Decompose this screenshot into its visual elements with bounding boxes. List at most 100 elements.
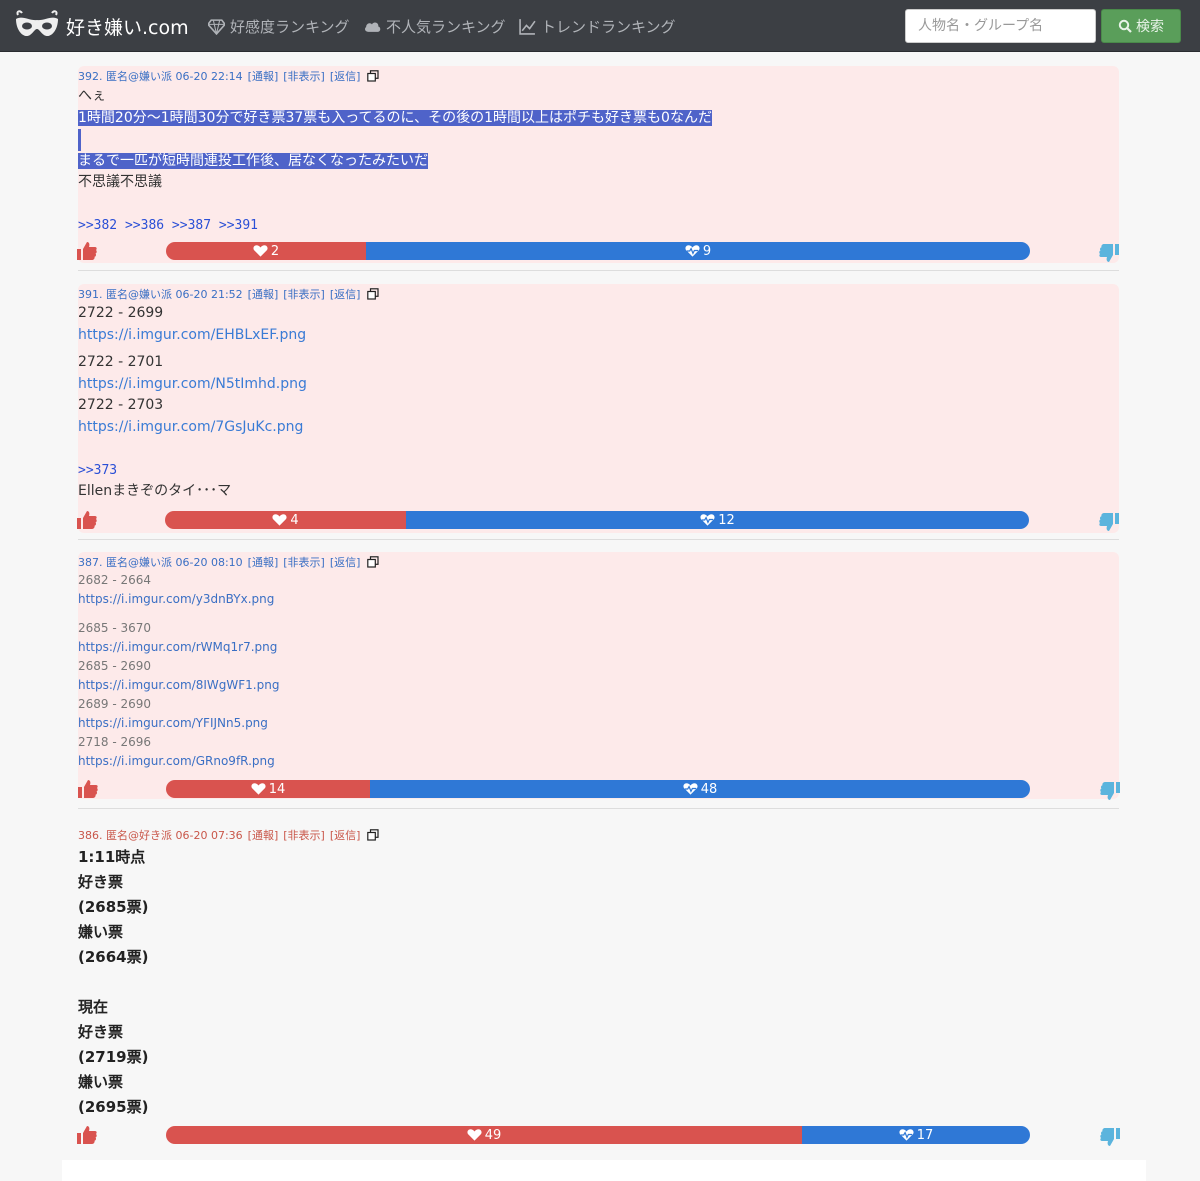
copy-icon[interactable] <box>367 829 380 841</box>
like-count: 2 <box>270 243 280 259</box>
comment-post: 392. 匿名@嫌い派 06-20 22:14 [通報] [非表示] [返信] … <box>78 66 1119 263</box>
nav-label: 不人気ランキング <box>386 17 506 36</box>
search-icon <box>1118 19 1132 33</box>
heart-icon <box>251 783 266 795</box>
post-line: 嫌い票 <box>78 1073 124 1091</box>
post-divider <box>78 808 1119 809</box>
post-line: 好き票 <box>78 1023 124 1041</box>
post-divider <box>78 539 1119 540</box>
dislike-segment: 9 <box>366 242 1030 260</box>
brand-text: 好き嫌い.com <box>66 16 189 39</box>
anchor-link[interactable]: >>373 <box>78 460 1078 482</box>
image-link[interactable]: https://i.imgur.com/N5tImhd.png <box>78 374 1078 396</box>
comment-post: 391. 匿名@嫌い派 06-20 21:52 [通報] [非表示] [返信] … <box>78 284 1119 533</box>
post-line: 不思議不思議 <box>78 174 162 190</box>
brand-link[interactable]: 好き嫌い.com <box>14 8 189 44</box>
like-segment: 4 <box>165 511 406 529</box>
comment-post: 386. 匿名@好き派 06-20 07:36 [通報] [非表示] [返信] … <box>78 825 1119 1150</box>
post-line: (2719票) <box>78 1048 149 1066</box>
copy-icon[interactable] <box>367 70 380 82</box>
search-button[interactable]: 検索 <box>1101 9 1181 43</box>
post-line: 好き票 <box>78 873 124 891</box>
like-count: 49 <box>484 1127 502 1143</box>
reply-link[interactable]: [返信] <box>330 827 361 843</box>
heartbeat-icon <box>700 514 715 526</box>
report-link[interactable]: [通報] <box>248 827 279 843</box>
like-count: 14 <box>268 781 286 797</box>
post-line: 1:11時点 <box>78 848 146 866</box>
hide-link[interactable]: [非表示] <box>283 554 325 570</box>
mask-logo-icon <box>16 10 58 37</box>
post-line: (2664票) <box>78 948 149 966</box>
hide-link[interactable]: [非表示] <box>283 286 325 302</box>
heart-icon <box>467 1129 482 1141</box>
post-line: へぇ <box>78 88 106 104</box>
post-divider <box>78 270 1119 271</box>
post-body: 2722 - 2699 https://i.imgur.com/EHBLxEF.… <box>78 303 1078 503</box>
heartbeat-icon <box>685 245 700 257</box>
vote-bar: 49 17 <box>166 1126 1030 1144</box>
thumbs-up-icon[interactable] <box>77 778 99 800</box>
nav-unpopular-ranking[interactable]: 不人気ランキング <box>364 14 506 38</box>
post-meta: 391. 匿名@嫌い派 06-20 21:52 [通報] [非表示] [返信] <box>78 286 380 302</box>
thumbs-down-icon[interactable] <box>1098 242 1120 264</box>
heart-icon <box>253 245 268 257</box>
next-section-panel <box>62 1160 1146 1181</box>
vote-bar: 14 48 <box>166 780 1030 798</box>
post-line: 2685 - 3670 <box>78 621 152 635</box>
copy-icon[interactable] <box>367 288 380 300</box>
image-link[interactable]: https://i.imgur.com/y3dnBYx.png <box>78 590 1078 609</box>
report-link[interactable]: [通報] <box>248 68 279 84</box>
dislike-count: 9 <box>702 243 712 259</box>
reply-link[interactable]: [返信] <box>330 286 361 302</box>
post-line: Ellenまきぞのタイ･･･マ <box>78 483 232 499</box>
reply-link[interactable]: [返信] <box>330 68 361 84</box>
post-line: (2685票) <box>78 898 149 916</box>
copy-icon[interactable] <box>367 556 380 568</box>
thumbs-up-icon[interactable] <box>76 1124 98 1146</box>
like-count: 4 <box>290 512 299 528</box>
thumbs-up-icon[interactable] <box>76 240 98 262</box>
cloud-icon <box>365 22 381 32</box>
nav-trend-ranking[interactable]: トレンドランキング <box>519 14 676 38</box>
image-link[interactable]: https://i.imgur.com/rWMq1r7.png <box>78 638 1078 657</box>
post-meta: 386. 匿名@好き派 06-20 07:36 [通報] [非表示] [返信] <box>78 827 380 843</box>
thumbs-down-icon[interactable] <box>1099 1126 1121 1148</box>
thumbs-down-icon[interactable] <box>1098 511 1120 533</box>
line-chart-icon <box>519 18 536 35</box>
vote-bar: 2 9 <box>166 242 1030 260</box>
thumbs-up-icon[interactable] <box>76 509 98 531</box>
heartbeat-icon <box>683 783 698 795</box>
comment-post: 387. 匿名@嫌い派 06-20 08:10 [通報] [非表示] [返信] … <box>78 552 1119 799</box>
reply-link[interactable]: [返信] <box>330 554 361 570</box>
hide-link[interactable]: [非表示] <box>283 68 325 84</box>
post-line: 2718 - 2696 <box>78 735 152 749</box>
like-segment: 2 <box>166 242 366 260</box>
thumbs-down-icon[interactable] <box>1099 780 1121 802</box>
image-link[interactable]: https://i.imgur.com/YFIJNn5.png <box>78 714 1078 733</box>
image-link[interactable]: https://i.imgur.com/8IWgWF1.png <box>78 676 1078 695</box>
diamond-icon <box>208 18 225 35</box>
search-input[interactable] <box>905 9 1096 43</box>
post-header: 387. 匿名@嫌い派 06-20 08:10 <box>78 556 243 569</box>
report-link[interactable]: [通報] <box>248 286 279 302</box>
post-line: 2685 - 2690 <box>78 659 152 673</box>
dislike-segment: 48 <box>370 780 1030 798</box>
dislike-segment: 17 <box>802 1126 1030 1144</box>
post-header: 386. 匿名@好き派 06-20 07:36 <box>78 829 243 842</box>
dislike-count: 48 <box>700 781 718 797</box>
image-link[interactable]: https://i.imgur.com/EHBLxEF.png <box>78 325 1078 347</box>
nav-favorability-ranking[interactable]: 好感度ランキング <box>208 14 350 38</box>
hide-link[interactable]: [非表示] <box>283 827 325 843</box>
post-meta: 392. 匿名@嫌い派 06-20 22:14 [通報] [非表示] [返信] <box>78 68 380 84</box>
image-link[interactable]: https://i.imgur.com/7GsJuKc.png <box>78 417 1078 439</box>
report-link[interactable]: [通報] <box>248 554 279 570</box>
nav-label: 好感度ランキング <box>230 17 350 36</box>
post-body: へぇ 1時間20分〜1時間30分で好き票37票も入ってるのに、その後の1時間以上… <box>78 86 1078 237</box>
image-link[interactable]: https://i.imgur.com/GRno9fR.png <box>78 752 1078 771</box>
post-line: 2682 - 2664 <box>78 573 152 587</box>
search-button-label: 検索 <box>1136 19 1164 35</box>
anchor-links[interactable]: >>382 >>386 >>387 >>391 <box>78 215 1078 237</box>
selected-text <box>78 129 81 151</box>
dislike-count: 12 <box>718 512 735 528</box>
